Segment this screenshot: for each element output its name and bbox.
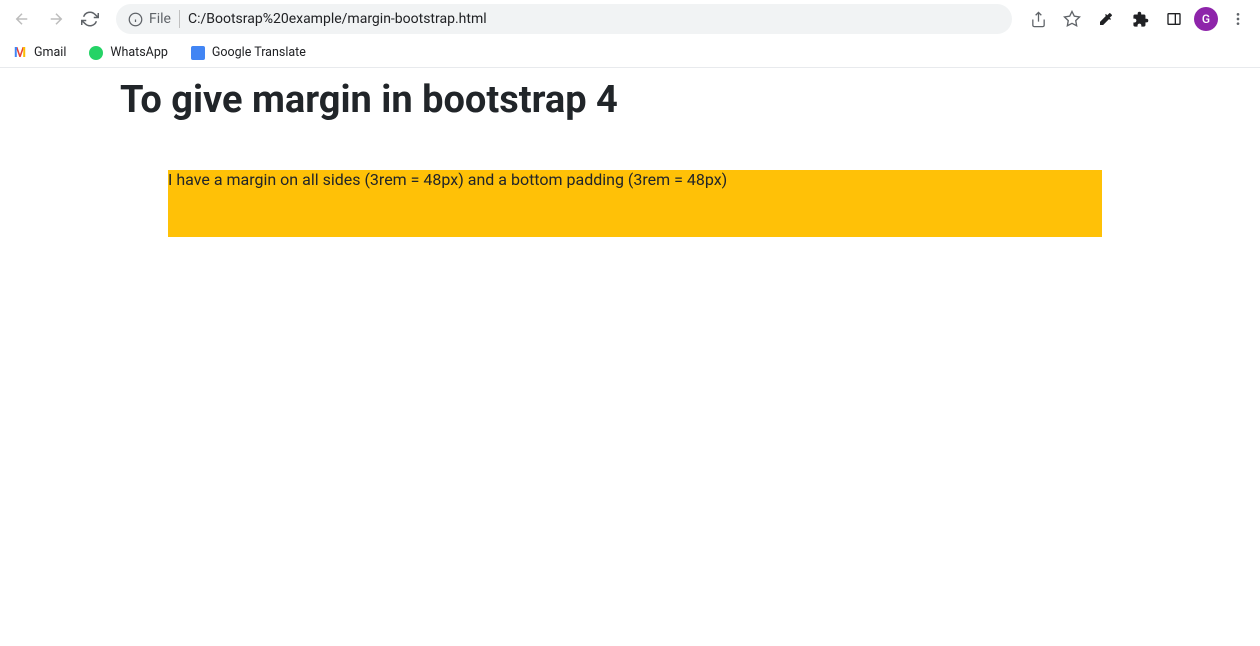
forward-button[interactable]: [42, 5, 70, 33]
site-info[interactable]: File: [128, 11, 171, 27]
whatsapp-icon: [88, 45, 104, 61]
gmail-icon: M: [12, 45, 28, 61]
page-heading: To give margin in bootstrap 4: [120, 78, 1260, 122]
back-button[interactable]: [8, 5, 36, 33]
bookmarks-bar: M Gmail WhatsApp Google Translate: [0, 38, 1260, 68]
menu-icon[interactable]: [1224, 5, 1252, 33]
extensions-icon[interactable]: [1126, 5, 1154, 33]
url-text: C:/Bootsrap%20example/margin-bootstrap.h…: [188, 11, 487, 27]
page-content: To give margin in bootstrap 4 I have a m…: [0, 78, 1260, 237]
bookmark-google-translate[interactable]: Google Translate: [186, 43, 310, 63]
bookmark-label: Gmail: [34, 45, 66, 60]
container: I have a margin on all sides (3rem = 48p…: [120, 170, 1140, 237]
google-translate-icon: [190, 45, 206, 61]
browser-toolbar: File C:/Bootsrap%20example/margin-bootst…: [0, 0, 1260, 38]
margin-demo-box: I have a margin on all sides (3rem = 48p…: [168, 170, 1102, 237]
avatar-letter: G: [1202, 12, 1210, 26]
share-icon[interactable]: [1024, 5, 1052, 33]
bookmark-label: Google Translate: [212, 45, 306, 60]
profile-avatar[interactable]: G: [1194, 7, 1218, 31]
info-icon: [128, 12, 143, 27]
bookmark-star-icon[interactable]: [1058, 5, 1086, 33]
eyedropper-icon[interactable]: [1092, 5, 1120, 33]
divider: [179, 10, 180, 28]
bookmark-label: WhatsApp: [110, 45, 168, 60]
bookmark-whatsapp[interactable]: WhatsApp: [84, 43, 172, 63]
toolbar-right: G: [1024, 5, 1252, 33]
bookmark-gmail[interactable]: M Gmail: [8, 43, 70, 63]
reload-button[interactable]: [76, 5, 104, 33]
panel-icon[interactable]: [1160, 5, 1188, 33]
address-bar[interactable]: File C:/Bootsrap%20example/margin-bootst…: [116, 4, 1012, 34]
file-label: File: [149, 11, 171, 27]
